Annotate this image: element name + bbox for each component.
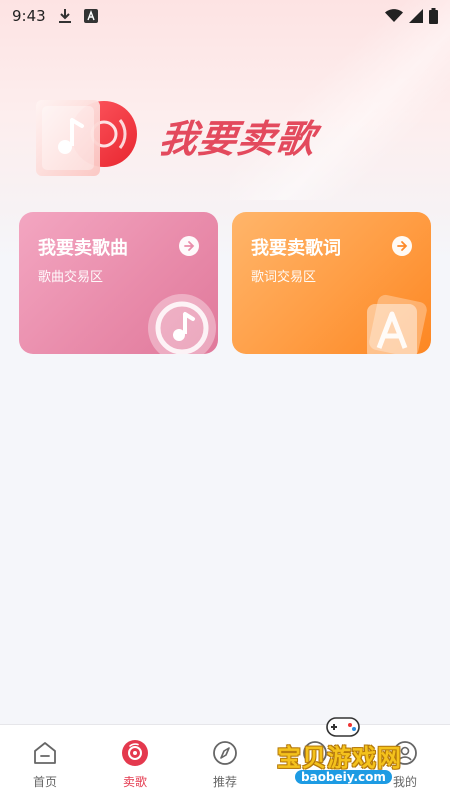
watermark: 宝贝游戏网 baobeiy.com (273, 708, 423, 794)
status-time: 9:43 (12, 7, 46, 25)
status-bar: 9:43 (0, 0, 450, 32)
compass-icon (211, 739, 239, 767)
gamepad-icon (326, 717, 360, 737)
wifi-icon (385, 9, 403, 23)
signal-icon (409, 9, 423, 23)
nav-label: 首页 (32, 775, 57, 789)
watermark-text: 宝贝游戏网 (277, 744, 402, 772)
download-icon (58, 8, 72, 24)
nav-recommend[interactable]: 推荐 (180, 725, 270, 800)
font-icon (83, 9, 98, 23)
hero-title: 我要卖歌 (156, 117, 319, 161)
music-note-icon (142, 288, 218, 354)
nav-label: 推荐 (212, 775, 237, 789)
arrow-right-icon[interactable] (392, 236, 412, 256)
nav-sell[interactable]: 卖歌 (90, 725, 180, 800)
sell-lyrics-card[interactable]: 我要卖歌词 歌词交易区 (232, 212, 431, 354)
letter-a-icon (355, 288, 431, 354)
card-title: 我要卖歌词 (251, 238, 341, 259)
arrow-right-icon[interactable] (179, 236, 199, 256)
nav-home[interactable]: 首页 (0, 725, 90, 800)
battery-icon (429, 8, 438, 24)
disc-icon (121, 739, 149, 767)
nav-label: 卖歌 (122, 775, 147, 789)
card-subtitle: 歌曲交易区 (38, 270, 104, 285)
hero-illustration (34, 98, 144, 182)
card-subtitle: 歌词交易区 (251, 270, 317, 285)
card-title: 我要卖歌曲 (38, 238, 128, 259)
home-icon (31, 739, 59, 767)
sell-song-card[interactable]: 我要卖歌曲 歌曲交易区 (19, 212, 218, 354)
watermark-url: baobeiy.com (295, 770, 392, 784)
